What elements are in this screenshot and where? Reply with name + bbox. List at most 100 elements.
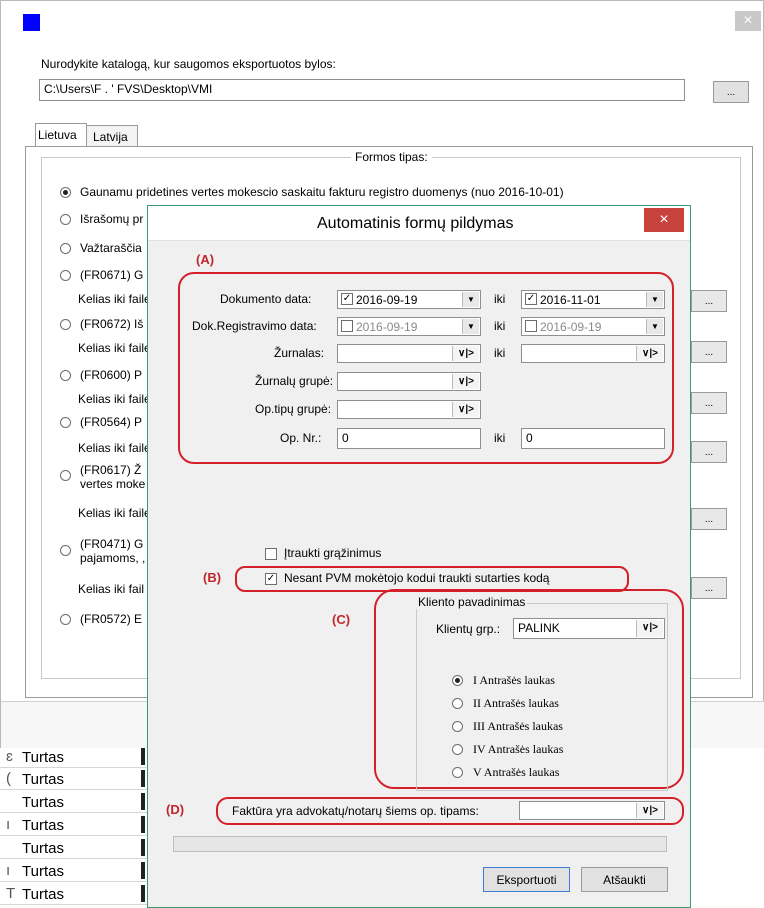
antrases-radio-2[interactable] bbox=[452, 698, 463, 709]
option-radio-fr0617[interactable] bbox=[60, 470, 71, 481]
folder-prompt: Nurodykite katalogą, kur saugomos ekspor… bbox=[41, 57, 336, 71]
select-dropdown-icon[interactable]: ∨|> bbox=[452, 402, 479, 417]
sheet-mark: ı bbox=[6, 862, 11, 879]
zurnalas-to-select[interactable]: ∨|> bbox=[521, 344, 665, 363]
select-dropdown-icon[interactable]: ∨|> bbox=[636, 803, 663, 818]
option-label-vaztarasciai: Važtaraščia bbox=[80, 241, 142, 255]
tab-lietuva[interactable]: Lietuva bbox=[35, 123, 87, 148]
include-returns-checkbox[interactable] bbox=[265, 548, 277, 560]
zurnalas-label: Žurnalas: bbox=[274, 346, 325, 360]
antrases-radio-4[interactable] bbox=[452, 744, 463, 755]
annotation-d: (D) bbox=[166, 802, 185, 817]
client-group-select[interactable]: PALINK ∨|> bbox=[513, 618, 665, 639]
reg-date-to-check[interactable] bbox=[525, 320, 537, 332]
path-label-fr0564: Kelias iki faile bbox=[78, 441, 151, 455]
select-dropdown-icon[interactable]: ∨|> bbox=[636, 346, 663, 361]
sheet-row: T Turtas bbox=[0, 883, 150, 905]
app-icon bbox=[23, 14, 40, 31]
path-label-fr0600: Kelias iki faile bbox=[78, 392, 151, 406]
doc-date-to-picker[interactable]: ✓ 2016-11-01 ▼ bbox=[521, 290, 665, 309]
chevron-down-icon[interactable]: ▼ bbox=[462, 292, 479, 307]
antrases-radio-5[interactable] bbox=[452, 767, 463, 778]
sheet-cell: Turtas bbox=[22, 840, 64, 857]
browse-fr0671-button[interactable]: ... bbox=[691, 290, 727, 312]
doc-date-iki-label: iki bbox=[494, 292, 506, 306]
option-radio-vaztarasciai[interactable] bbox=[60, 243, 71, 254]
antrases-radio-3[interactable] bbox=[452, 721, 463, 732]
select-dropdown-icon[interactable]: ∨|> bbox=[636, 620, 663, 637]
option-radio-fr0471[interactable] bbox=[60, 545, 71, 556]
lawyer-optypes-select[interactable]: ∨|> bbox=[519, 801, 665, 820]
window-close-button[interactable]: × bbox=[735, 11, 761, 31]
folder-path-field[interactable]: C:\Users\F . ' FVS\Desktop\VMI bbox=[39, 79, 685, 101]
browse-folder-button[interactable]: ... bbox=[713, 81, 749, 103]
browse-fr0564-button[interactable]: ... bbox=[691, 441, 727, 463]
doc-date-from-picker[interactable]: ✓ 2016-09-19 ▼ bbox=[337, 290, 481, 309]
path-label-fr0471: Kelias iki fail bbox=[78, 582, 145, 596]
client-group-value: PALINK bbox=[518, 621, 560, 635]
doc-date-to-check[interactable]: ✓ bbox=[525, 293, 537, 305]
chevron-down-icon[interactable]: ▼ bbox=[462, 319, 479, 334]
reg-date-from-picker[interactable]: 2016-09-19 ▼ bbox=[337, 317, 481, 336]
chevron-down-icon[interactable]: ▼ bbox=[646, 319, 663, 334]
include-returns-label: Įtraukti grąžinimus bbox=[284, 546, 382, 560]
browse-fr0600-button[interactable]: ... bbox=[691, 392, 727, 414]
path-label-fr0617: Kelias iki faile bbox=[78, 506, 151, 520]
option-radio-israsomu[interactable] bbox=[60, 214, 71, 225]
option-radio-fr0572[interactable] bbox=[60, 614, 71, 625]
reg-date-from-check[interactable] bbox=[341, 320, 353, 332]
background-sheet: ɛ Turtas (Turtas Turtas ı Turtas Turtas ıT… bbox=[0, 748, 150, 908]
doc-date-from-value: 2016-09-19 bbox=[356, 293, 418, 307]
zurnalas-from-select[interactable]: ∨|> bbox=[337, 344, 481, 363]
tab-latvija[interactable]: Latvija bbox=[86, 125, 138, 147]
dialog-titlebar: Automatinis formų pildymas × bbox=[148, 206, 690, 241]
antrases-label-4: IV Antrašės laukas bbox=[473, 742, 564, 756]
option-label-fr0600: (FR0600) P bbox=[80, 368, 143, 382]
browse-fr0672-button[interactable]: ... bbox=[691, 341, 727, 363]
option-radio-fr0671[interactable] bbox=[60, 270, 71, 281]
browse-fr0617-button[interactable]: ... bbox=[691, 508, 727, 530]
option-subline-fr0617: vertes moke bbox=[80, 477, 146, 491]
annotation-a: (A) bbox=[196, 252, 215, 267]
reg-date-to-picker[interactable]: 2016-09-19 ▼ bbox=[521, 317, 665, 336]
option-radio-fr0564[interactable] bbox=[60, 417, 71, 428]
opnr-iki-label: iki bbox=[494, 431, 506, 445]
export-button[interactable]: Eksportuoti bbox=[483, 867, 570, 892]
chevron-down-icon[interactable]: ▼ bbox=[646, 292, 663, 307]
tab-latvija-label: Latvija bbox=[93, 130, 128, 144]
annotation-b: (B) bbox=[203, 570, 222, 585]
sheet-row: Turtas bbox=[0, 791, 150, 813]
option-label-fr0471: (FR0471) G bbox=[80, 537, 144, 551]
select-dropdown-icon[interactable]: ∨|> bbox=[452, 374, 479, 389]
sheet-mark: ı bbox=[6, 816, 11, 833]
contract-code-checkbox[interactable]: ✓ bbox=[265, 573, 277, 585]
option-label-fr0564: (FR0564) P bbox=[80, 415, 143, 429]
option-radio-gaunamu[interactable] bbox=[60, 187, 71, 198]
dialog-title: Automatinis formų pildymas bbox=[317, 215, 514, 232]
sheet-mark: ( bbox=[6, 770, 11, 787]
doc-date-label: Dokumento data: bbox=[220, 292, 312, 306]
option-radio-fr0600[interactable] bbox=[60, 370, 71, 381]
auto-fill-dialog: Automatinis formų pildymas × (A) Dokumen… bbox=[147, 205, 691, 908]
antrases-label-2: II Antrašės laukas bbox=[473, 696, 559, 710]
dialog-close-button[interactable]: × bbox=[644, 208, 684, 232]
opnr-to-field[interactable]: 0 bbox=[521, 428, 665, 449]
select-dropdown-icon[interactable]: ∨|> bbox=[452, 346, 479, 361]
option-label-gaunamu: Gaunamu pridetines vertes mokescio saska… bbox=[80, 185, 564, 199]
sheet-row: Turtas bbox=[0, 837, 150, 859]
option-radio-fr0672[interactable] bbox=[60, 319, 71, 330]
sheet-row: ɛ Turtas bbox=[0, 746, 150, 768]
annotation-c: (C) bbox=[332, 612, 351, 627]
doc-date-from-check[interactable]: ✓ bbox=[341, 293, 353, 305]
antrases-radio-1[interactable] bbox=[452, 675, 463, 686]
sheet-cell: Turtas bbox=[22, 771, 64, 788]
cancel-button[interactable]: Atšaukti bbox=[581, 867, 668, 892]
opnr-from-field[interactable]: 0 bbox=[337, 428, 481, 449]
zurnalas-iki-label: iki bbox=[494, 346, 506, 360]
option-label-israsomu: Išrašomų pr bbox=[80, 212, 144, 226]
reg-date-from-value: 2016-09-19 bbox=[356, 320, 418, 334]
optipu-grupe-select[interactable]: ∨|> bbox=[337, 400, 481, 419]
tab-lietuva-label: Lietuva bbox=[38, 128, 77, 142]
zurnalu-grupe-select[interactable]: ∨|> bbox=[337, 372, 481, 391]
browse-fr0471-button[interactable]: ... bbox=[691, 577, 727, 599]
